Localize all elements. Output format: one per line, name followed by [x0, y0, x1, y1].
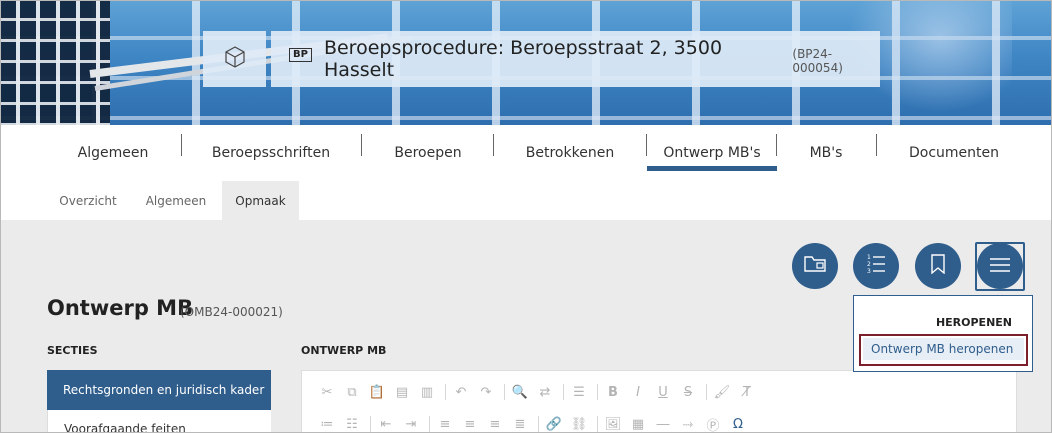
svg-text:1: 1 — [867, 254, 871, 261]
bookmark-icon — [931, 254, 945, 278]
align-right-icon[interactable]: ≡ — [484, 415, 506, 433]
table-icon[interactable]: ▦ — [627, 415, 649, 433]
editor-label: ONTWERP MB — [301, 344, 387, 357]
find-icon[interactable]: 🔍 — [509, 383, 531, 401]
tab-betrokkenen[interactable]: Betrokkenen — [506, 125, 634, 181]
tab-beroepsschriften[interactable]: Beroepsschriften — [196, 125, 346, 181]
horizontal-line-icon[interactable]: ― — [652, 415, 674, 433]
paste-icon[interactable]: 📋 — [366, 383, 388, 401]
replace-icon[interactable]: ⇄ — [534, 383, 556, 401]
procedure-type-badge: BP — [289, 48, 312, 62]
folder-icon — [804, 255, 826, 277]
sections-label: SECTIES — [47, 344, 98, 357]
align-center-icon[interactable]: ≡ — [459, 415, 481, 433]
menu-button[interactable] — [977, 243, 1023, 289]
numbered-list-icon[interactable]: ≔ — [316, 415, 338, 433]
cut-icon[interactable]: ✂ — [316, 383, 338, 401]
bookmark-button[interactable] — [915, 243, 961, 289]
tab-beroepen[interactable]: Beroepen — [376, 125, 480, 181]
reopen-draft-mb-item[interactable]: Ontwerp MB heropenen — [859, 334, 1028, 366]
paste-text-icon[interactable]: ▤ — [391, 383, 413, 401]
tab-ontwerp-mbs[interactable]: Ontwerp MB's — [647, 125, 777, 181]
strikethrough-icon[interactable]: S — [677, 383, 699, 401]
subtab-opmaak[interactable]: Opmaak — [222, 181, 299, 220]
dropdown-header: HEROPENEN — [935, 316, 1012, 329]
svg-text:3: 3 — [867, 268, 871, 275]
remove-format-icon[interactable]: T̸ — [736, 383, 758, 401]
procedure-code: (BP24-000054) — [792, 47, 843, 75]
undo-icon[interactable]: ↶ — [450, 383, 472, 401]
actions-dropdown: HEROPENEN Ontwerp MB heropenen — [853, 295, 1033, 372]
image-icon[interactable]: 🖼 — [602, 415, 624, 433]
section-item-rechtsgronden[interactable]: Rechtsgronden en juridisch kader — [47, 370, 271, 410]
numbered-list-button[interactable]: 123 — [853, 243, 899, 289]
editor-toolbar-row-1: ✂ ⧉ 📋 ▤ ▥ ↶ ↷ 🔍 ⇄ ☰ B I U S 🖌 T̸ — [316, 383, 761, 401]
justify-icon[interactable]: ≣ — [509, 415, 531, 433]
italic-icon[interactable]: I — [627, 383, 649, 401]
unlink-icon[interactable]: ⛓ — [568, 415, 590, 433]
numbered-list-icon: 123 — [866, 253, 886, 279]
svg-text:2: 2 — [867, 261, 871, 268]
sub-tabs: Overzicht Algemeen Opmaak — [0, 181, 1052, 220]
folder-button[interactable] — [792, 243, 838, 289]
header-banner: BP Beroepsprocedure: Beroepsstraat 2, 35… — [0, 0, 1052, 125]
format-painter-icon[interactable]: 🖌 — [711, 383, 733, 401]
cube-icon-box — [203, 31, 266, 87]
main-tabs: Algemeen Beroepsschriften Beroepen Betro… — [0, 125, 1052, 181]
indent-icon[interactable]: ⇥ — [400, 415, 422, 433]
special-character-icon[interactable]: Ω — [727, 415, 749, 433]
rich-text-editor[interactable]: ✂ ⧉ 📋 ▤ ▥ ↶ ↷ 🔍 ⇄ ☰ B I U S 🖌 T̸ ≔ ☷ ⇤ ⇥… — [301, 370, 1017, 433]
active-tab-indicator — [647, 166, 777, 171]
section-item-voorafgaande-feiten[interactable]: Voorafgaande feiten — [47, 410, 271, 433]
copy-icon[interactable]: ⧉ — [341, 383, 363, 401]
procedure-title-box: BP Beroepsprocedure: Beroepsstraat 2, 35… — [271, 31, 880, 87]
hamburger-menu-icon — [990, 257, 1010, 276]
bold-icon[interactable]: B — [602, 383, 624, 401]
outdent-icon[interactable]: ⇤ — [375, 415, 397, 433]
subtab-algemeen[interactable]: Algemeen — [132, 181, 220, 220]
procedure-title: Beroepsprocedure: Beroepsstraat 2, 3500 … — [323, 37, 723, 81]
bulleted-list-icon[interactable]: ☷ — [341, 415, 363, 433]
page-title: Ontwerp MB — [47, 296, 194, 320]
paste-word-icon[interactable]: ▥ — [416, 383, 438, 401]
reopen-draft-mb-label[interactable]: Ontwerp MB heropenen — [863, 338, 1024, 360]
editor-toolbar-row-2: ≔ ☷ ⇤ ⇥ ≡ ≡ ≡ ≣ 🔗 ⛓ 🖼 ▦ ― ⤑ Ⓟ Ω — [316, 415, 752, 433]
page-code: (OMB24-000021) — [180, 305, 283, 319]
select-all-icon[interactable]: ☰ — [568, 383, 590, 401]
align-left-icon[interactable]: ≡ — [434, 415, 456, 433]
page-break-icon[interactable]: ⤑ — [677, 415, 699, 433]
cube-icon — [224, 46, 245, 72]
tab-mbs[interactable]: MB's — [777, 125, 875, 181]
subtab-overzicht[interactable]: Overzicht — [44, 181, 132, 220]
tab-algemeen[interactable]: Algemeen — [60, 125, 166, 181]
link-icon[interactable]: 🔗 — [543, 415, 565, 433]
placeholder-icon[interactable]: Ⓟ — [702, 415, 724, 433]
tab-documenten[interactable]: Documenten — [880, 125, 1028, 181]
underline-icon[interactable]: U — [652, 383, 674, 401]
redo-icon[interactable]: ↷ — [475, 383, 497, 401]
